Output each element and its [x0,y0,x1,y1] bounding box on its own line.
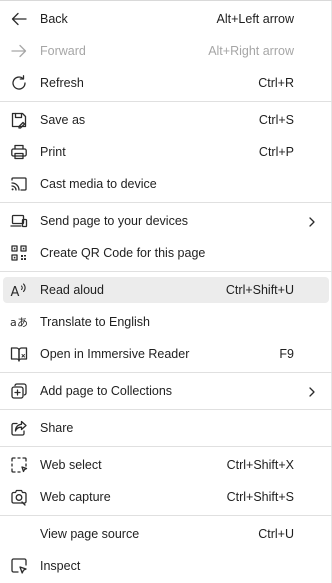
menu-top-border [0,0,332,1]
refresh-icon [10,74,28,92]
web-capture-icon [10,488,28,506]
menu-item-label: Cast media to device [40,177,157,191]
menu-separator [0,101,332,102]
menu-item-shortcut: Alt+Right arrow [208,44,294,58]
qr-code-icon [10,244,28,262]
menu-item-print[interactable]: Print Ctrl+P [3,139,329,165]
menu-item-shortcut: Alt+Left arrow [216,12,294,26]
read-aloud-icon: A [10,281,28,299]
menu-item-shortcut: F9 [279,347,294,361]
svg-text:a: a [10,316,17,329]
menu-item-label: Translate to English [40,315,151,329]
menu-item-save-as[interactable]: Save as Ctrl+S [3,107,329,133]
menu-separator [0,515,332,516]
chevron-right-icon [307,216,317,227]
menu-item-back[interactable]: Back Alt+Left arrow [3,6,329,32]
menu-item-shortcut: Ctrl+S [258,113,294,127]
menu-item-shortcut: Ctrl+P [258,145,294,159]
menu-item-web-capture[interactable]: Web capture Ctrl+Shift+S [3,484,329,510]
menu-separator [0,202,332,203]
menu-separator [0,409,332,410]
menu-item-web-select[interactable]: Web select Ctrl+Shift+X [3,452,329,478]
immersive-reader-icon [10,345,28,363]
menu-item-label: View page source [40,527,140,541]
arrow-left-icon [10,10,28,28]
menu-item-refresh[interactable]: Refresh Ctrl+R [3,70,329,96]
devices-icon [10,212,28,230]
menu-item-label: Web capture [40,490,111,504]
menu-item-read-aloud[interactable]: A Read aloud Ctrl+Shift+U [3,277,329,303]
menu-item-label: Open in Immersive Reader [40,347,190,361]
menu-item-label: Send page to your devices [40,214,189,228]
menu-item-collections[interactable]: Add page to Collections [3,378,329,404]
menu-item-label: Read aloud [40,283,104,297]
menu-item-label: Add page to Collections [40,384,173,398]
menu-item-share[interactable]: Share [3,415,329,441]
menu-item-inspect[interactable]: Inspect [3,553,329,579]
menu-item-shortcut: Ctrl+U [258,527,294,541]
menu-item-translate[interactable]: a あ Translate to English [3,309,329,335]
menu-item-send-page[interactable]: Send page to your devices [3,208,329,234]
printer-icon [10,143,28,161]
arrow-right-icon [10,42,28,60]
menu-item-immersive-reader[interactable]: Open in Immersive Reader F9 [3,341,329,367]
menu-item-label: Save as [40,113,86,127]
inspect-icon [10,557,28,575]
menu-separator [0,271,332,272]
menu-item-label: Inspect [40,559,81,573]
chevron-right-icon [307,386,317,397]
menu-item-shortcut: Ctrl+R [258,76,294,90]
context-menu: Back Alt+Left arrow Forward Alt+Right ar… [0,0,332,583]
menu-item-shortcut: Ctrl+Shift+U [225,283,294,297]
menu-separator [0,446,332,447]
menu-item-forward[interactable]: Forward Alt+Right arrow [3,38,329,64]
menu-item-label: Refresh [40,76,84,90]
menu-item-label: Create QR Code for this page [40,246,206,260]
menu-item-label: Back [40,12,68,26]
menu-item-shortcut: Ctrl+Shift+S [226,490,294,504]
menu-item-view-source[interactable]: View page source Ctrl+U [3,521,329,547]
web-select-icon [10,456,28,474]
menu-item-cast[interactable]: Cast media to device [3,171,329,197]
menu-item-label: Web select [40,458,102,472]
menu-separator [0,372,332,373]
svg-text:あ: あ [17,316,28,329]
share-icon [10,419,28,437]
svg-text:A: A [11,285,20,299]
menu-item-label: Share [40,421,74,435]
cast-icon [10,175,28,193]
save-icon [10,111,28,129]
menu-item-label: Print [40,145,66,159]
menu-item-label: Forward [40,44,86,58]
translate-icon: a あ [10,313,28,331]
menu-item-shortcut: Ctrl+Shift+X [226,458,294,472]
menu-item-qr-code[interactable]: Create QR Code for this page [3,240,329,266]
collections-icon [10,382,28,400]
